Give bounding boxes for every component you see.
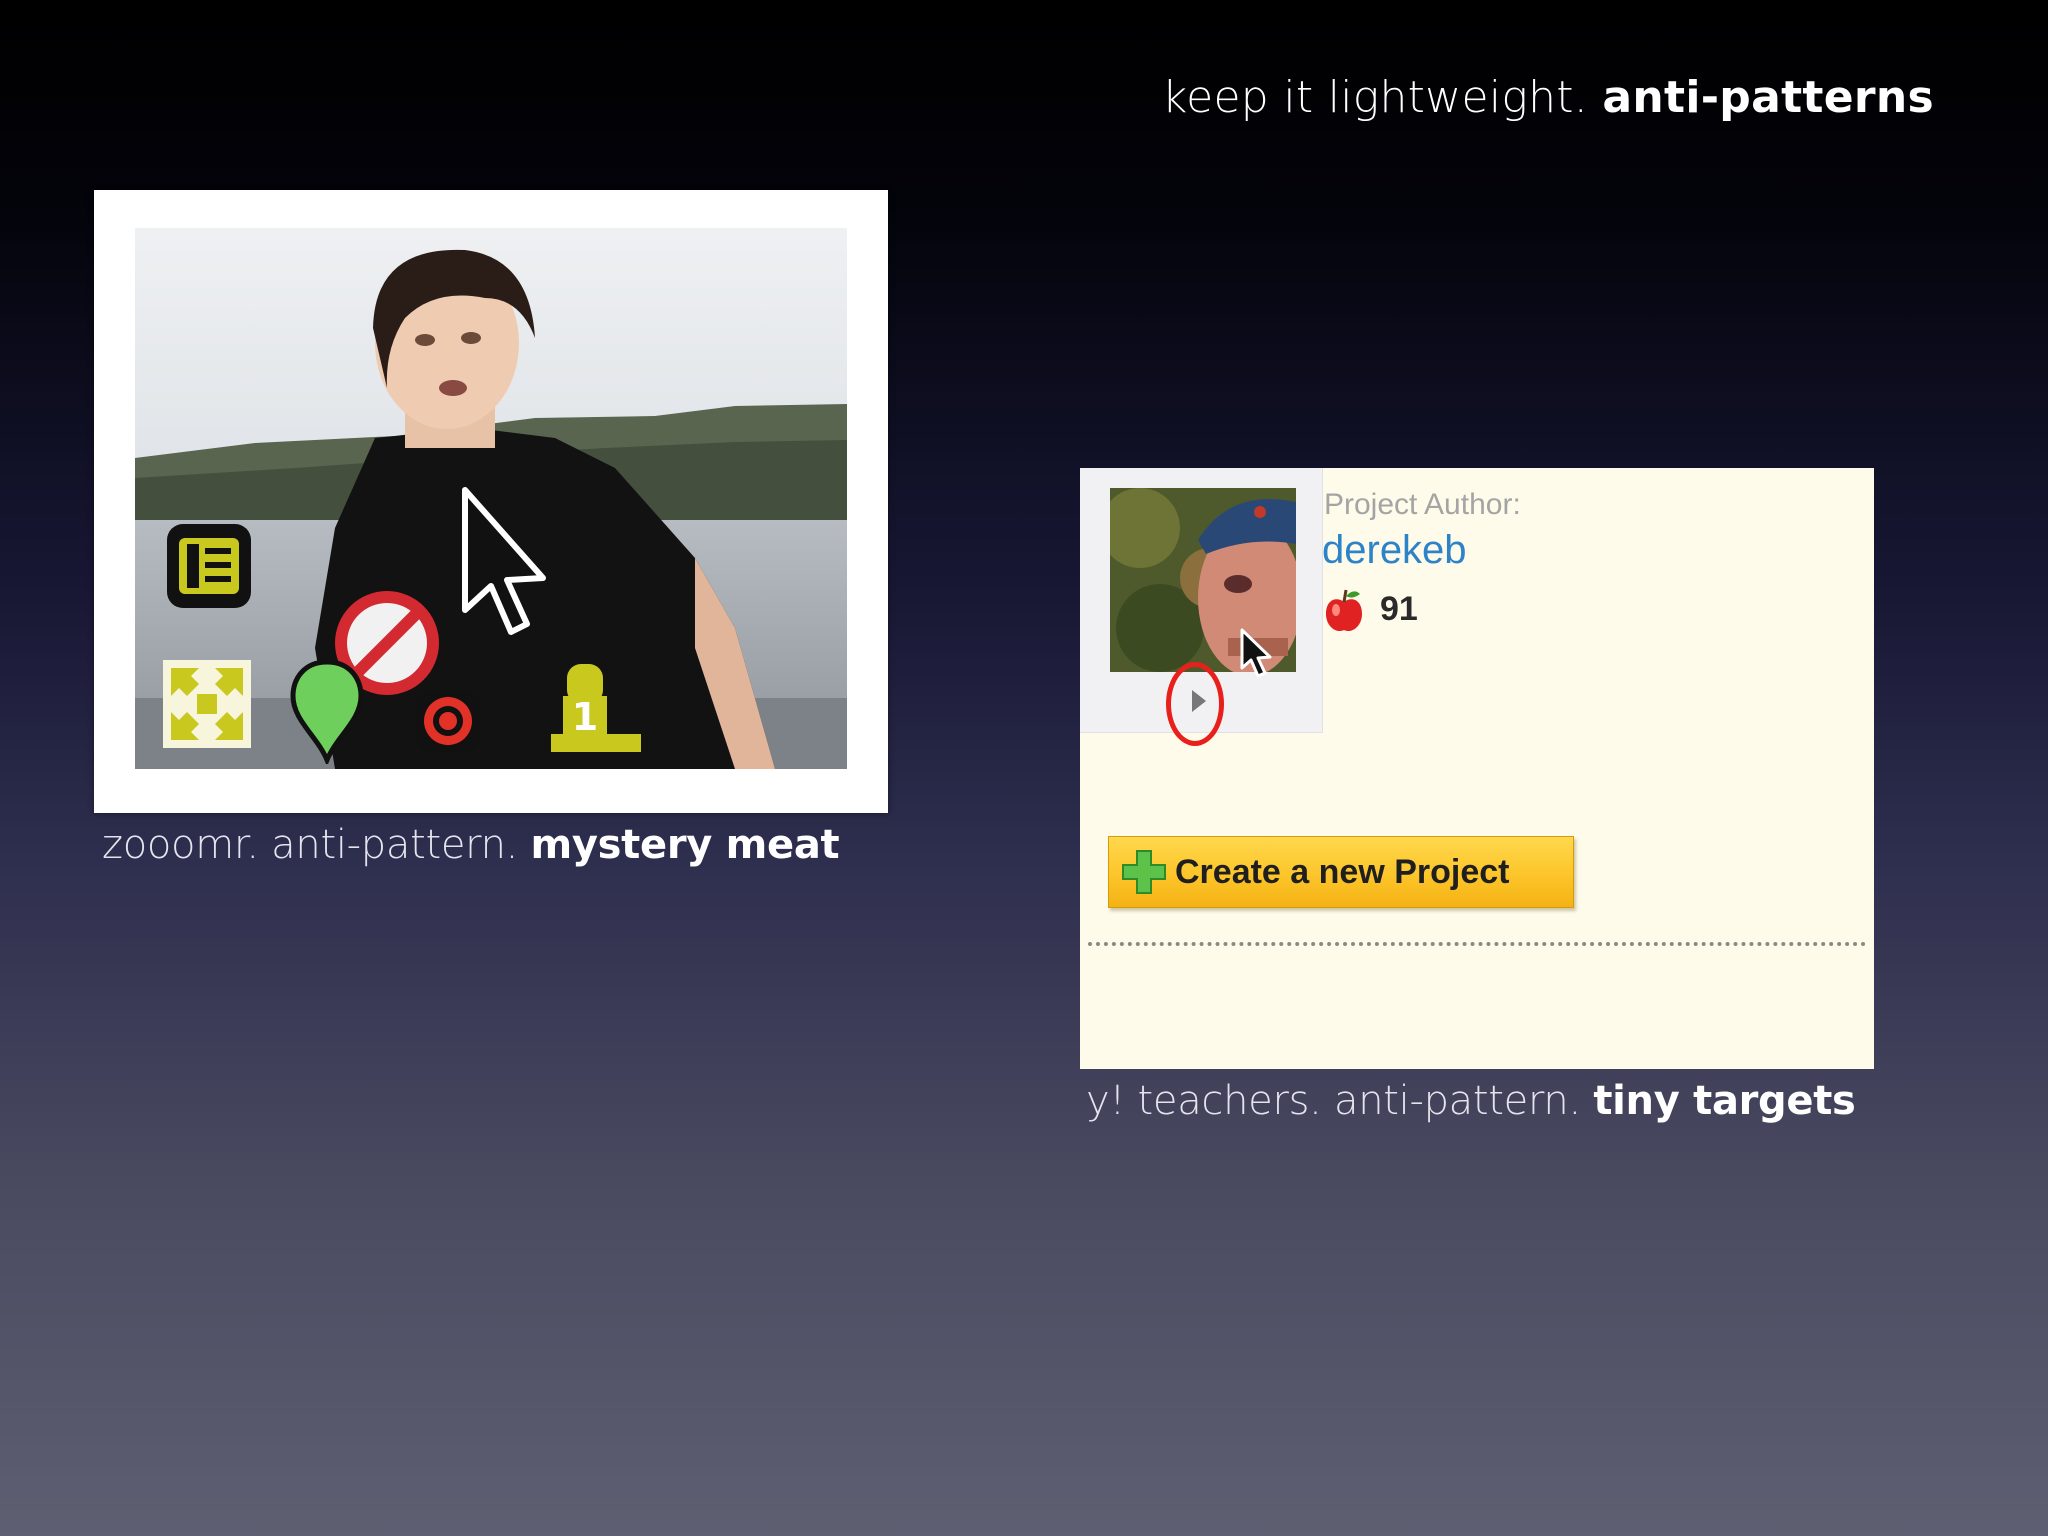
cursor-icon [1240,628,1272,678]
slide-title-bold: anti-patterns [1602,72,1934,123]
zooomr-photo-frame: 1 [94,190,888,813]
create-project-button[interactable]: Create a new Project [1108,836,1574,908]
zooomr-caption-bold: mystery meat [530,822,840,868]
zooomr-photo: 1 [135,228,847,769]
target-icon[interactable] [415,688,481,754]
dotted-divider [1088,942,1866,946]
rank-one-icon[interactable]: 1 [543,660,647,760]
svg-text:1: 1 [572,695,598,739]
yteachers-caption-bold: tiny targets [1593,1078,1856,1124]
zooomr-caption-light: zooomr. anti-pattern. [102,822,519,868]
author-link[interactable]: derekeb [1322,528,1467,573]
zooomr-caption: zooomr. anti-pattern. mystery meat [102,822,840,868]
author-label: Project Author: [1324,488,1521,521]
author-avatar-box [1080,468,1323,746]
yteachers-caption: y! teachers. anti-pattern. tiny targets [1086,1078,1856,1124]
plus-icon [1122,850,1166,894]
notes-icon[interactable] [163,520,255,612]
apple-icon [1326,589,1362,632]
geotag-pin-icon[interactable] [289,658,365,764]
apple-score: 91 [1380,590,1418,628]
play-arrow-icon[interactable] [1192,690,1206,712]
slide-title-light: keep it lightweight. [1161,72,1589,123]
yteachers-caption-light: y! teachers. anti-pattern. [1086,1078,1581,1124]
slide-title: keep it lightweight. anti-patterns [1162,72,1934,123]
yteachers-panel: Project Author: derekeb 91 Create a new … [1080,468,1874,1069]
create-project-label: Create a new Project [1175,852,1510,891]
fullscreen-icon[interactable] [163,660,251,748]
